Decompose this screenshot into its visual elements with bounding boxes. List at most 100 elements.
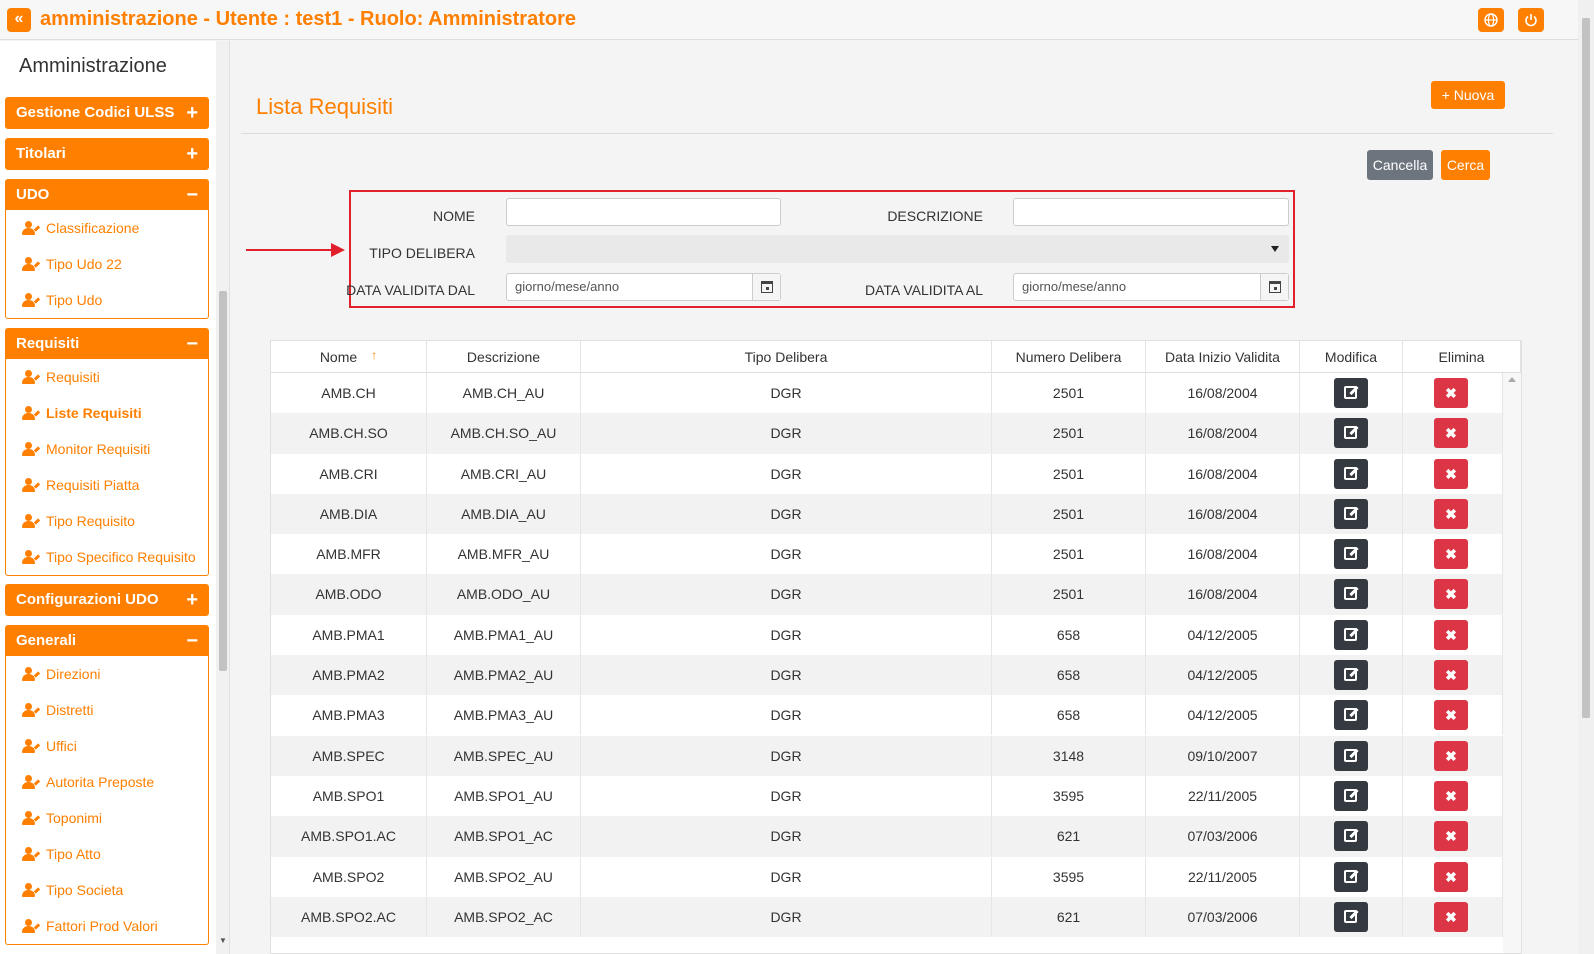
power-icon[interactable] (1518, 8, 1544, 32)
delete-button[interactable]: ✖ (1434, 458, 1468, 489)
sidebar-group: Gestione Codici ULSS + (5, 97, 209, 129)
column-header[interactable]: Numero Delibera (992, 341, 1146, 373)
edit-button[interactable] (1334, 539, 1368, 570)
user-edit-icon (22, 257, 41, 271)
page-scrollbar[interactable] (1578, 0, 1594, 954)
sidebar-item[interactable]: Toponimi (6, 800, 208, 836)
edit-button[interactable] (1334, 458, 1368, 489)
table-cell: 621 (992, 816, 1146, 857)
sidebar-item[interactable]: Tipo Udo 22 (6, 246, 208, 282)
edit-button[interactable] (1334, 579, 1368, 610)
sidebar-item[interactable]: Monitor Requisiti (6, 431, 208, 467)
delete-button[interactable]: ✖ (1434, 418, 1468, 449)
delete-button[interactable]: ✖ (1434, 378, 1468, 408)
sidebar-item[interactable]: Tipo Requisito (6, 503, 208, 539)
column-header[interactable]: Tipo Delibera (581, 341, 992, 373)
sidebar-group-header[interactable]: Gestione Codici ULSS + (6, 98, 208, 128)
delete-button[interactable]: ✖ (1434, 780, 1468, 811)
delete-button[interactable]: ✖ (1434, 740, 1468, 771)
delete-button[interactable]: ✖ (1434, 498, 1468, 529)
calendar-icon[interactable] (1260, 274, 1288, 300)
column-header-label: Nome (319, 349, 358, 365)
table-scrollbar[interactable] (1503, 373, 1521, 953)
edit-button[interactable] (1334, 740, 1368, 771)
sidebar-item[interactable]: Tipo Atto (6, 836, 208, 872)
column-header[interactable]: Descrizione (427, 341, 581, 373)
edit-button[interactable] (1334, 780, 1368, 811)
nome-input[interactable] (506, 198, 781, 226)
double-chevron-left-icon[interactable]: « (7, 8, 31, 32)
delete-button[interactable]: ✖ (1434, 861, 1468, 892)
delete-button[interactable]: ✖ (1434, 660, 1468, 691)
sidebar-item[interactable]: Tipo Specifico Requisito (6, 539, 208, 575)
edit-button[interactable] (1334, 378, 1368, 408)
edit-button[interactable] (1334, 821, 1368, 852)
delete-button[interactable]: ✖ (1434, 619, 1468, 650)
sidebar-group-header[interactable]: Generali − (6, 626, 208, 656)
edit-button[interactable] (1334, 700, 1368, 731)
sidebar-item[interactable]: Requisiti (6, 359, 208, 395)
sidebar-item[interactable]: Direzioni (6, 656, 208, 692)
table-cell: 2501 (992, 534, 1146, 575)
data-al-label: DATA VALIDITA AL (864, 282, 983, 298)
user-edit-icon (22, 739, 41, 753)
expand-icon: + (186, 589, 198, 611)
table-cell: AMB.DIA_AU (427, 493, 581, 534)
column-header-label: Modifica (1324, 349, 1378, 365)
tipo-delibera-select[interactable] (506, 235, 1289, 263)
column-header[interactable]: Nome ↑ (271, 341, 427, 373)
delete-button[interactable]: ✖ (1434, 700, 1468, 731)
table-cell: 07/03/2006 (1146, 816, 1300, 857)
new-button[interactable]: + Nuova (1431, 81, 1505, 109)
descrizione-input[interactable] (1013, 198, 1289, 226)
table-cell-elimina: ✖ (1403, 614, 1503, 655)
table-cell-modifica (1300, 614, 1403, 655)
data-al-input[interactable]: giorno/mese/anno (1013, 273, 1289, 301)
cancel-button[interactable]: Cancella (1367, 150, 1433, 180)
delete-button[interactable]: ✖ (1434, 821, 1468, 852)
delete-button[interactable]: ✖ (1434, 901, 1468, 932)
edit-button[interactable] (1334, 498, 1368, 529)
column-header[interactable]: Modifica (1300, 341, 1403, 373)
data-dal-field[interactable]: giorno/mese/anno (506, 273, 781, 301)
sidebar-item[interactable]: Distretti (6, 692, 208, 728)
table-cell: DGR (581, 373, 992, 413)
edit-button[interactable] (1334, 861, 1368, 892)
sort-ascending-icon[interactable]: ↑ (371, 348, 377, 362)
data-dal-input[interactable]: giorno/mese/anno (506, 273, 781, 301)
edit-button[interactable] (1334, 901, 1368, 932)
delete-button[interactable]: ✖ (1434, 579, 1468, 610)
sidebar-item[interactable]: Autorita Preposte (6, 764, 208, 800)
sidebar-item[interactable]: Tipo Societa (6, 872, 208, 908)
edit-button[interactable] (1334, 660, 1368, 691)
data-al-field[interactable]: giorno/mese/anno (1013, 273, 1289, 301)
sidebar-item[interactable]: Classificazione (6, 210, 208, 246)
table-cell: 04/12/2005 (1146, 695, 1300, 736)
delete-button[interactable]: ✖ (1434, 539, 1468, 570)
table-cell-elimina: ✖ (1403, 574, 1503, 615)
sidebar-item[interactable]: Liste Requisiti (6, 395, 208, 431)
sidebar-group: Titolari + (5, 138, 209, 170)
calendar-icon[interactable] (752, 274, 780, 300)
table-cell: AMB.ODO (271, 574, 427, 615)
sidebar-group-header[interactable]: Configurazioni UDO + (6, 585, 208, 615)
edit-button[interactable] (1334, 619, 1368, 650)
sidebar-group-label: Gestione Codici ULSS (16, 104, 175, 121)
globe-icon[interactable] (1478, 8, 1504, 32)
sidebar-item[interactable]: Tipo Udo (6, 282, 208, 318)
sidebar-item[interactable]: Uffici (6, 728, 208, 764)
sidebar-group-header[interactable]: Requisiti − (6, 329, 208, 359)
sidebar-group-header[interactable]: UDO − (6, 180, 208, 210)
sidebar-item[interactable]: Requisiti Piatta (6, 467, 208, 503)
sidebar-scrollbar[interactable]: ▼ (216, 41, 229, 954)
search-button[interactable]: Cerca (1441, 150, 1490, 180)
edit-button[interactable] (1334, 418, 1368, 449)
table-cell: 22/11/2005 (1146, 856, 1300, 897)
close-icon: ✖ (1445, 465, 1457, 482)
table-cell: 2501 (992, 493, 1146, 534)
column-header[interactable]: Data Inizio Validita (1146, 341, 1300, 373)
sidebar-item[interactable]: Fattori Prod Valori (6, 908, 208, 944)
sidebar-group-header[interactable]: Titolari + (6, 139, 208, 169)
column-header[interactable]: Elimina (1403, 341, 1521, 373)
table-cell: AMB.SPO1_AC (427, 816, 581, 857)
